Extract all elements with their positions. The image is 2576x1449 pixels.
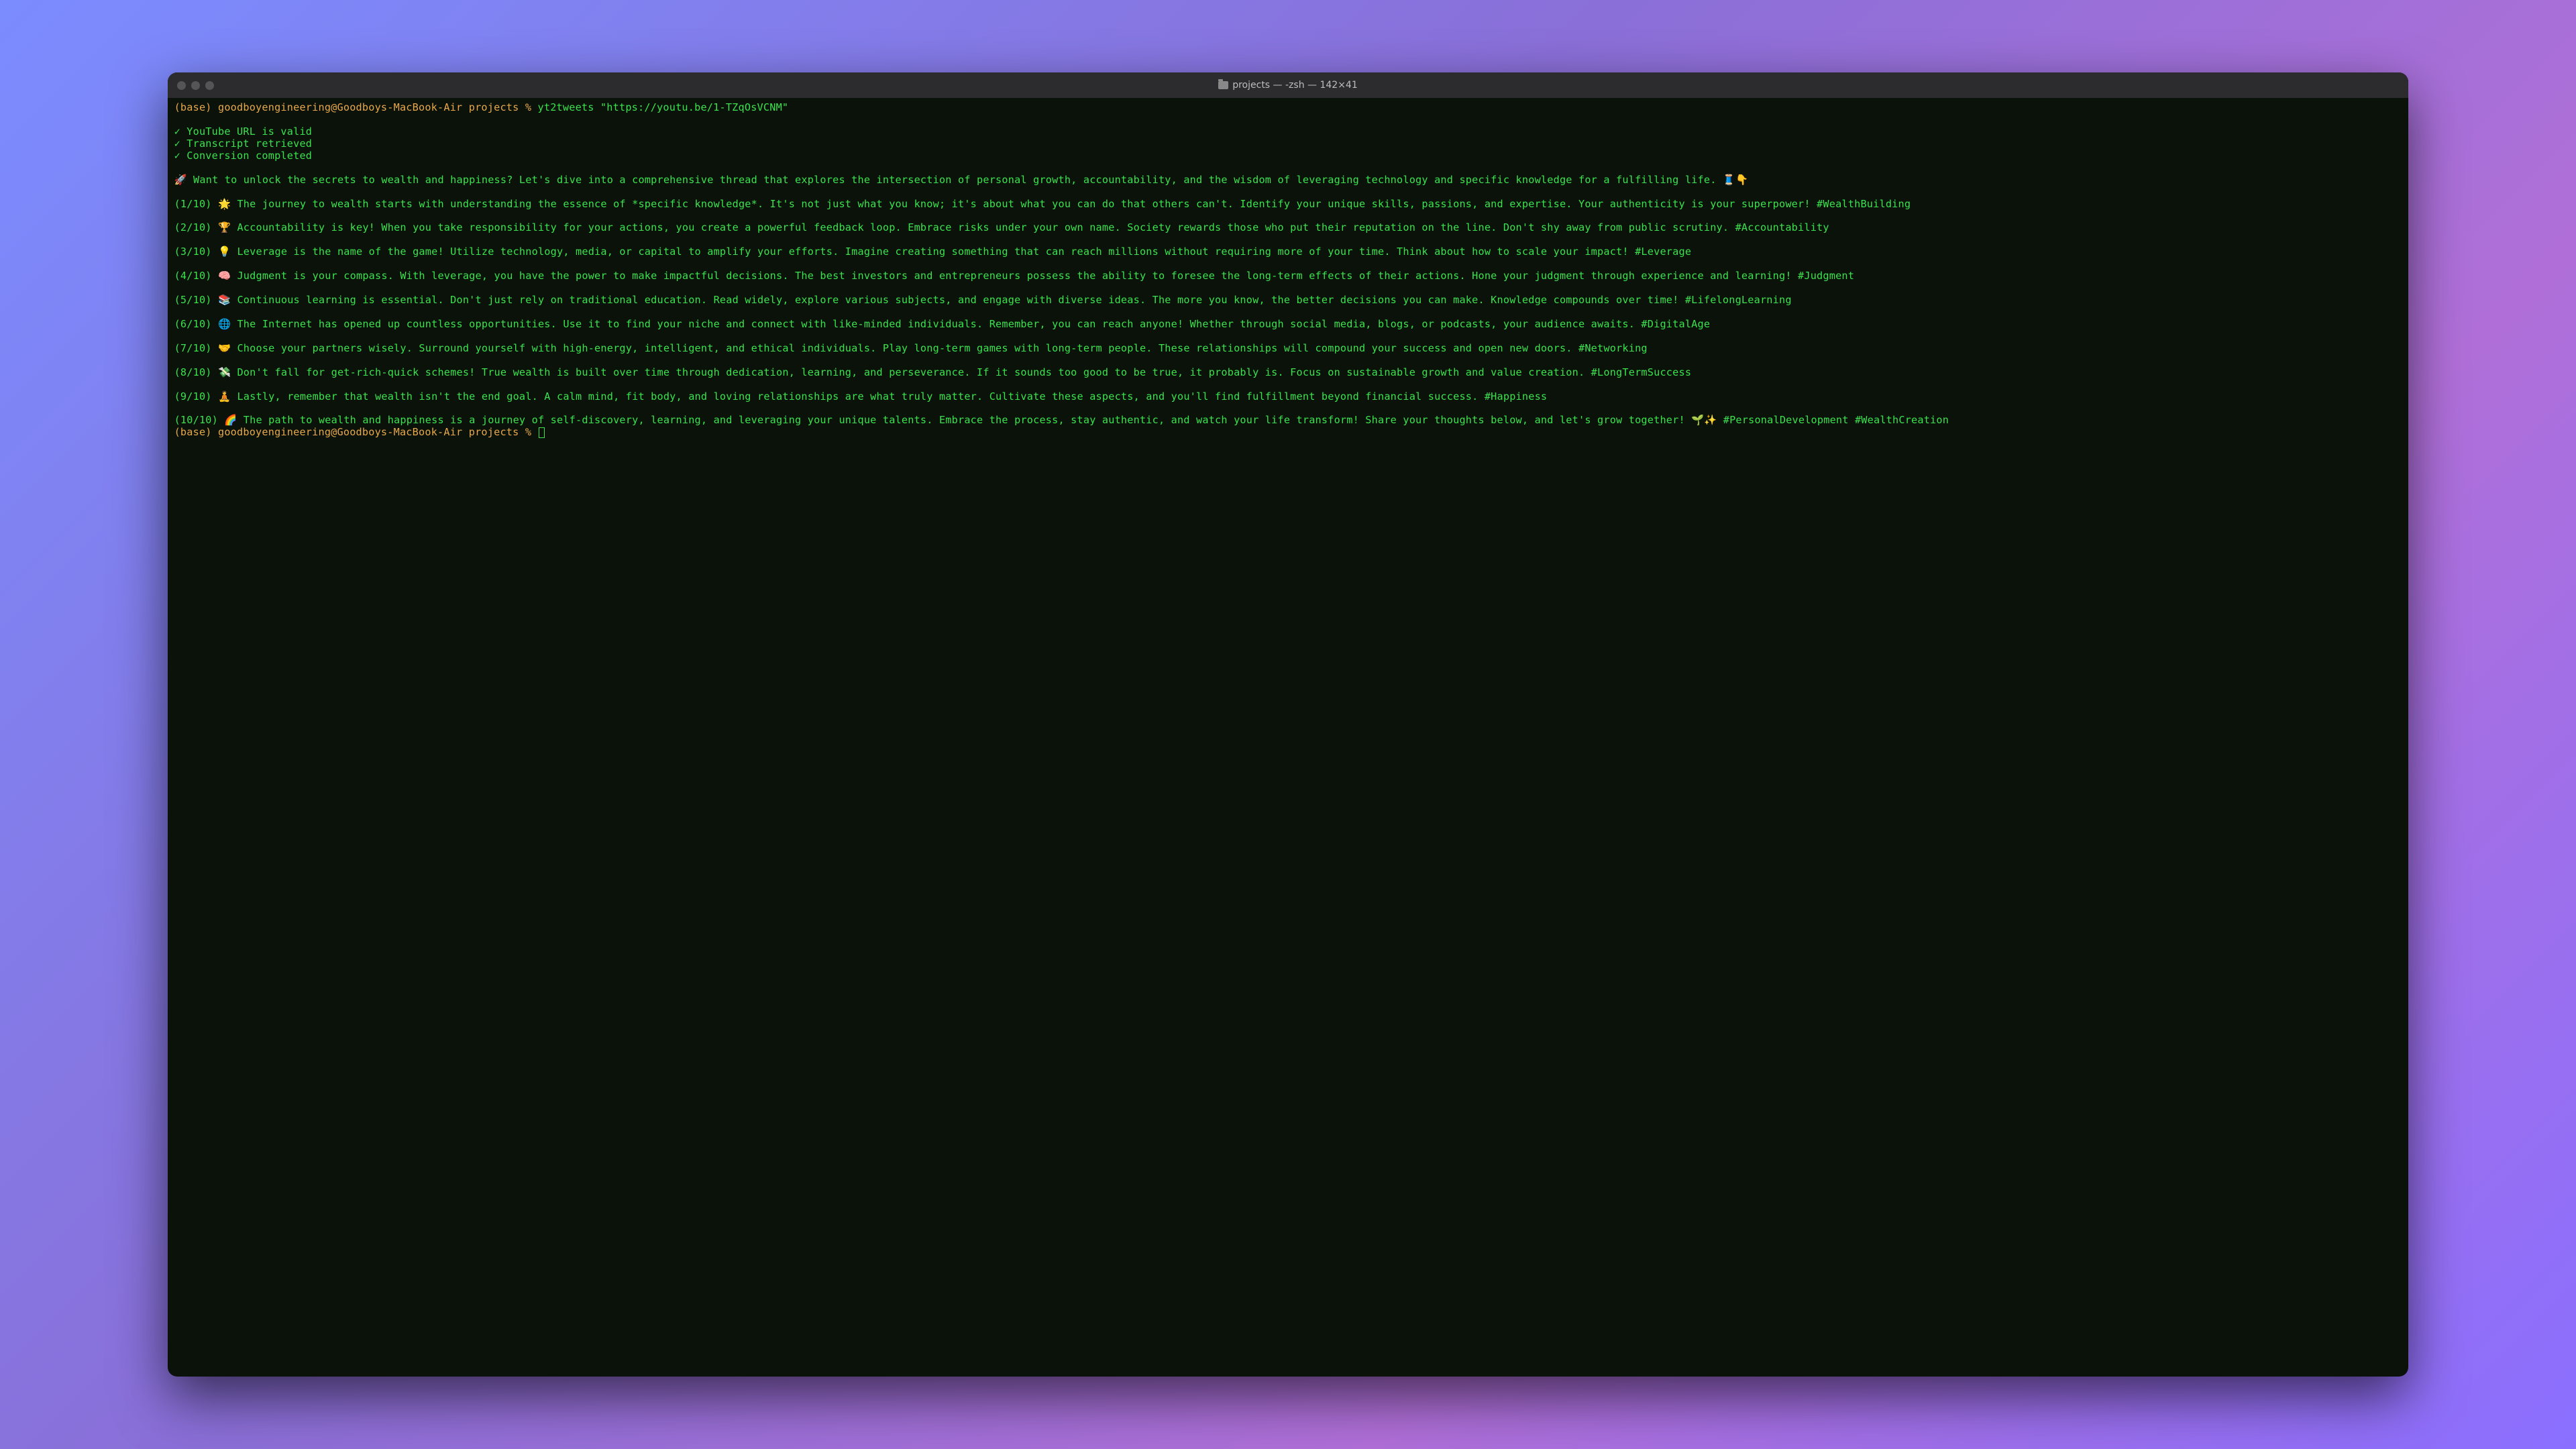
tweet: (3/10) 💡 Leverage is the name of the gam…: [174, 246, 1692, 258]
maximize-icon[interactable]: [205, 81, 214, 90]
titlebar[interactable]: projects — -zsh — 142×41: [168, 72, 2409, 98]
prompt-user-host: goodboyengineering@Goodboys-MacBook-Air: [218, 426, 462, 438]
tweet: (1/10) 🌟 The journey to wealth starts wi…: [174, 198, 1911, 210]
tweet: (4/10) 🧠 Judgment is your compass. With …: [174, 270, 1855, 282]
prompt-cwd: projects: [469, 426, 519, 438]
status-line: ✓ YouTube URL is valid: [174, 125, 313, 138]
prompt-env: (base): [174, 101, 212, 113]
minimize-icon[interactable]: [191, 81, 200, 90]
cursor-icon: [539, 427, 545, 438]
prompt-sep: %: [525, 426, 531, 438]
terminal-body[interactable]: (base) goodboyengineering@Goodboys-MacBo…: [168, 98, 2409, 1377]
status-line: ✓ Conversion completed: [174, 150, 313, 162]
tweet: (7/10) 🤝 Choose your partners wisely. Su…: [174, 342, 1648, 354]
tweet: (5/10) 📚 Continuous learning is essentia…: [174, 294, 1792, 306]
tweet: (10/10) 🌈 The path to wealth and happine…: [174, 414, 1949, 426]
thread-intro: 🚀 Want to unlock the secrets to wealth a…: [174, 174, 1749, 186]
close-icon[interactable]: [177, 81, 186, 90]
window-title-text: projects — -zsh — 142×41: [1232, 80, 1358, 91]
prompt-env: (base): [174, 426, 212, 438]
command-text: yt2tweets "https://youtu.be/1-TZqOsVCNM": [538, 101, 789, 113]
prompt-user-host: goodboyengineering@Goodboys-MacBook-Air: [218, 101, 462, 113]
tweet: (2/10) 🏆 Accountability is key! When you…: [174, 221, 1829, 233]
window-controls: [177, 81, 214, 90]
prompt-sep: %: [525, 101, 531, 113]
tweet: (6/10) 🌐 The Internet has opened up coun…: [174, 318, 1711, 330]
status-line: ✓ Transcript retrieved: [174, 138, 313, 150]
prompt-cwd: projects: [469, 101, 519, 113]
tweet: (8/10) 💸 Don't fall for get-rich-quick s…: [174, 366, 1692, 378]
terminal-window: projects — -zsh — 142×41 (base) goodboye…: [168, 72, 2409, 1377]
window-title: projects — -zsh — 142×41: [168, 80, 2409, 91]
tweet: (9/10) 🧘 Lastly, remember that wealth is…: [174, 390, 1548, 402]
folder-icon: [1218, 81, 1228, 89]
